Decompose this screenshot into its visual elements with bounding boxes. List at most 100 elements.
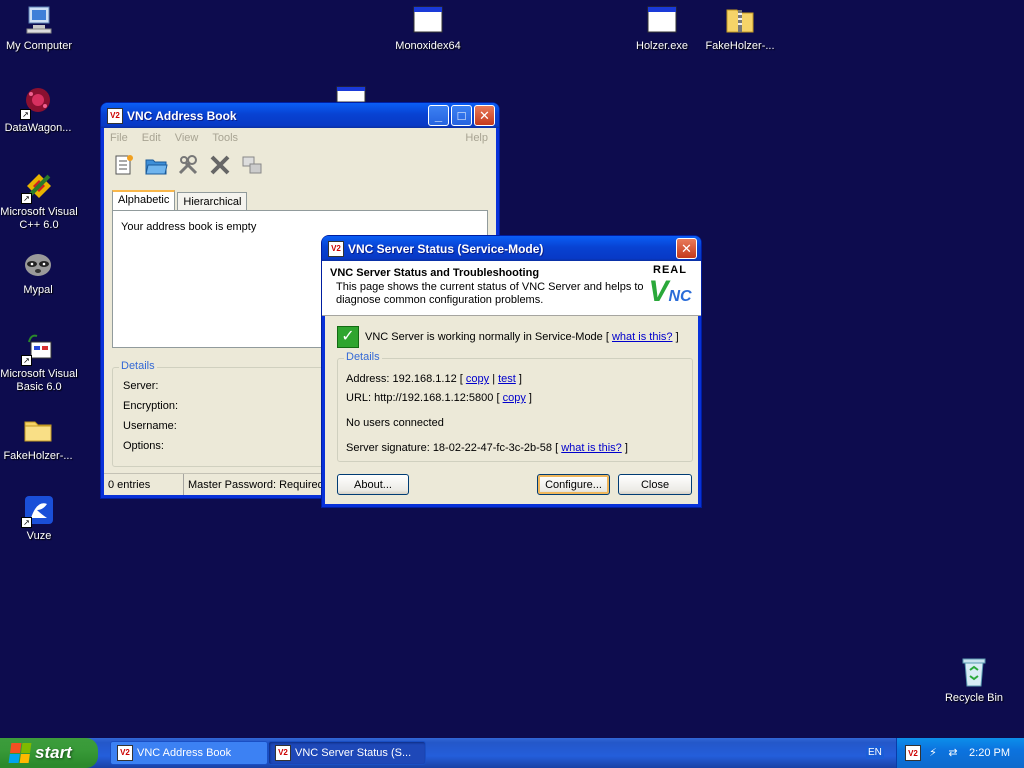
vnc-tray-icon[interactable]: V2 xyxy=(905,745,921,761)
tab-alphabetic[interactable]: Alphabetic xyxy=(112,190,176,210)
task-label: VNC Server Status (S... xyxy=(295,747,412,759)
delete-x-icon xyxy=(210,155,230,175)
menu-tools[interactable]: Tools xyxy=(212,132,238,144)
task-label: VNC Address Book xyxy=(137,747,232,759)
connect-button[interactable] xyxy=(238,151,266,179)
desktop-icon-vuze[interactable]: ↗ Vuze xyxy=(0,494,79,543)
desktop-icon-my-computer[interactable]: My Computer xyxy=(0,4,79,53)
start-label: start xyxy=(35,743,72,762)
taskbar-item-address-book[interactable]: V2 VNC Address Book xyxy=(110,741,268,765)
menu-help[interactable]: Help xyxy=(465,132,488,144)
options-label: Options: xyxy=(123,440,164,452)
address-book-titlebar[interactable]: V2 VNC Address Book _ □ ✕ xyxy=(101,103,499,128)
status-header: VNC Server Status and Troubleshooting Th… xyxy=(322,261,701,316)
desktop-icon-recycle-bin[interactable]: Recycle Bin xyxy=(934,656,1014,705)
desktop-icon-label: Microsoft Visual C++ 6.0 xyxy=(0,206,78,231)
open-button[interactable] xyxy=(142,151,170,179)
details-legend: Details xyxy=(344,351,382,363)
menu-view[interactable]: View xyxy=(175,132,199,144)
menu-file[interactable]: File xyxy=(110,132,128,144)
desktop-icon-fakeholzer-folder[interactable]: FakeHolzer-... xyxy=(0,414,78,463)
copy-address-link[interactable]: copy xyxy=(466,373,489,385)
safely-remove-tray-icon[interactable]: ⇄ xyxy=(945,745,961,761)
new-document-icon xyxy=(115,155,133,175)
desktop-icon-fakeholzer-zip[interactable]: FakeHolzer-... xyxy=(700,4,780,53)
new-entry-button[interactable] xyxy=(110,151,138,179)
clock[interactable]: 2:20 PM xyxy=(969,747,1010,759)
datawagon-icon: ↗ xyxy=(20,86,54,120)
desktop-icon-label: Holzer.exe xyxy=(636,40,688,52)
desktop-icon-mypal[interactable]: Mypal xyxy=(0,248,78,297)
delete-button[interactable] xyxy=(206,151,234,179)
server-details-group: Details Address: 192.168.1.12 [ copy | t… xyxy=(337,351,693,462)
desktop-icon-holzer-exe[interactable]: Holzer.exe xyxy=(622,4,702,53)
tab-hierarchical[interactable]: Hierarchical xyxy=(177,192,248,212)
vnc-app-icon: V2 xyxy=(107,107,123,124)
zip-folder-icon xyxy=(724,4,756,36)
visual-basic-icon: ↗ xyxy=(21,332,55,366)
desktop-icon-label: Mypal xyxy=(23,284,53,296)
start-button[interactable]: start xyxy=(0,738,98,768)
configure-button[interactable]: Configure... xyxy=(537,474,610,495)
taskbar: start V2 VNC Address Book V2 VNC Server … xyxy=(0,738,1024,768)
maximize-button[interactable]: □ xyxy=(451,105,472,126)
vuze-frog-icon: ↗ xyxy=(21,494,55,528)
system-tray: V2 ⚡ ⇄ 2:20 PM xyxy=(896,738,1024,768)
network-tray-icon[interactable]: ⚡ xyxy=(925,745,941,761)
about-button[interactable]: About... xyxy=(337,474,409,495)
partial-application-window-icon xyxy=(336,86,366,103)
status-ok-row: ✓ VNC Server is working normally in Serv… xyxy=(337,326,679,348)
properties-button[interactable] xyxy=(174,151,202,179)
signature-row: Server signature: 18-02-22-47-fc-3c-2b-5… xyxy=(346,442,628,454)
desktop-icon-monoxidex64[interactable]: Monoxidex64 xyxy=(388,4,468,53)
close-dialog-button[interactable]: Close xyxy=(618,474,692,495)
desktop-icon-datawagon[interactable]: ↗ DataWagon... xyxy=(0,86,78,135)
folder-icon xyxy=(22,414,54,446)
desktop-icon-label: Monoxidex64 xyxy=(395,40,461,52)
menu-edit[interactable]: Edit xyxy=(142,132,161,144)
master-password-status: Master Password: Required xyxy=(188,478,324,491)
connect-computers-icon xyxy=(242,156,262,174)
vnc-app-icon: V2 xyxy=(328,240,344,257)
url-text: URL: http://192.168.1.12:5800 [ xyxy=(346,392,500,404)
application-window-icon xyxy=(646,4,678,36)
empty-address-book-message: Your address book is empty xyxy=(121,221,257,233)
minimize-button[interactable]: _ xyxy=(428,105,449,126)
close-button[interactable]: ✕ xyxy=(474,105,495,126)
toolbar xyxy=(104,148,496,182)
desktop-icon-label: FakeHolzer-... xyxy=(3,450,73,462)
url-row: URL: http://192.168.1.12:5800 [ copy ] xyxy=(346,392,532,404)
desktop-icon-label: Recycle Bin xyxy=(944,692,1004,704)
signature-text: Server signature: 18-02-22-47-fc-3c-2b-5… xyxy=(346,442,559,454)
desktop-icon-visual-basic[interactable]: ↗ Microsoft Visual Basic 6.0 xyxy=(0,332,79,394)
application-window-icon xyxy=(412,4,444,36)
shortcut-arrow-icon: ↗ xyxy=(20,109,31,120)
bracket-close: ] xyxy=(624,442,628,454)
close-button[interactable]: ✕ xyxy=(676,238,697,259)
taskbar-item-server-status[interactable]: V2 VNC Server Status (S... xyxy=(268,741,426,765)
desktop-icon-label: Microsoft Visual Basic 6.0 xyxy=(0,368,78,393)
desktop-icon-label: FakeHolzer-... xyxy=(705,40,775,52)
details-legend: Details xyxy=(119,360,157,372)
status-ok-message: VNC Server is working normally in Servic… xyxy=(365,331,609,343)
vnc-app-icon: V2 xyxy=(275,745,291,761)
test-address-link[interactable]: test xyxy=(498,373,516,385)
window-title: VNC Server Status (Service-Mode) xyxy=(348,241,544,256)
language-indicator[interactable]: EN xyxy=(866,746,884,759)
recycle-bin-icon xyxy=(958,656,990,688)
logo-vnc-text: VNC xyxy=(643,276,697,313)
signature-what-is-this-link[interactable]: what is this? xyxy=(561,442,622,454)
windows-flag-icon xyxy=(8,743,32,763)
username-label: Username: xyxy=(123,420,177,432)
copy-url-link[interactable]: copy xyxy=(503,392,526,404)
server-label: Server: xyxy=(123,380,159,392)
logo-v: V xyxy=(648,275,669,308)
bracket-close: ] xyxy=(518,373,522,385)
server-status-titlebar[interactable]: V2 VNC Server Status (Service-Mode) ✕ xyxy=(322,236,701,261)
entries-count: 0 entries xyxy=(104,474,184,495)
status-ok-text: VNC Server is working normally in Servic… xyxy=(365,331,679,343)
vnc-server-status-window[interactable]: V2 VNC Server Status (Service-Mode) ✕ VN… xyxy=(322,236,701,507)
what-is-this-link[interactable]: what is this? xyxy=(612,331,673,343)
desktop-icon-visual-cpp[interactable]: ↗ Microsoft Visual C++ 6.0 xyxy=(0,170,79,232)
shortcut-arrow-icon: ↗ xyxy=(21,355,32,366)
